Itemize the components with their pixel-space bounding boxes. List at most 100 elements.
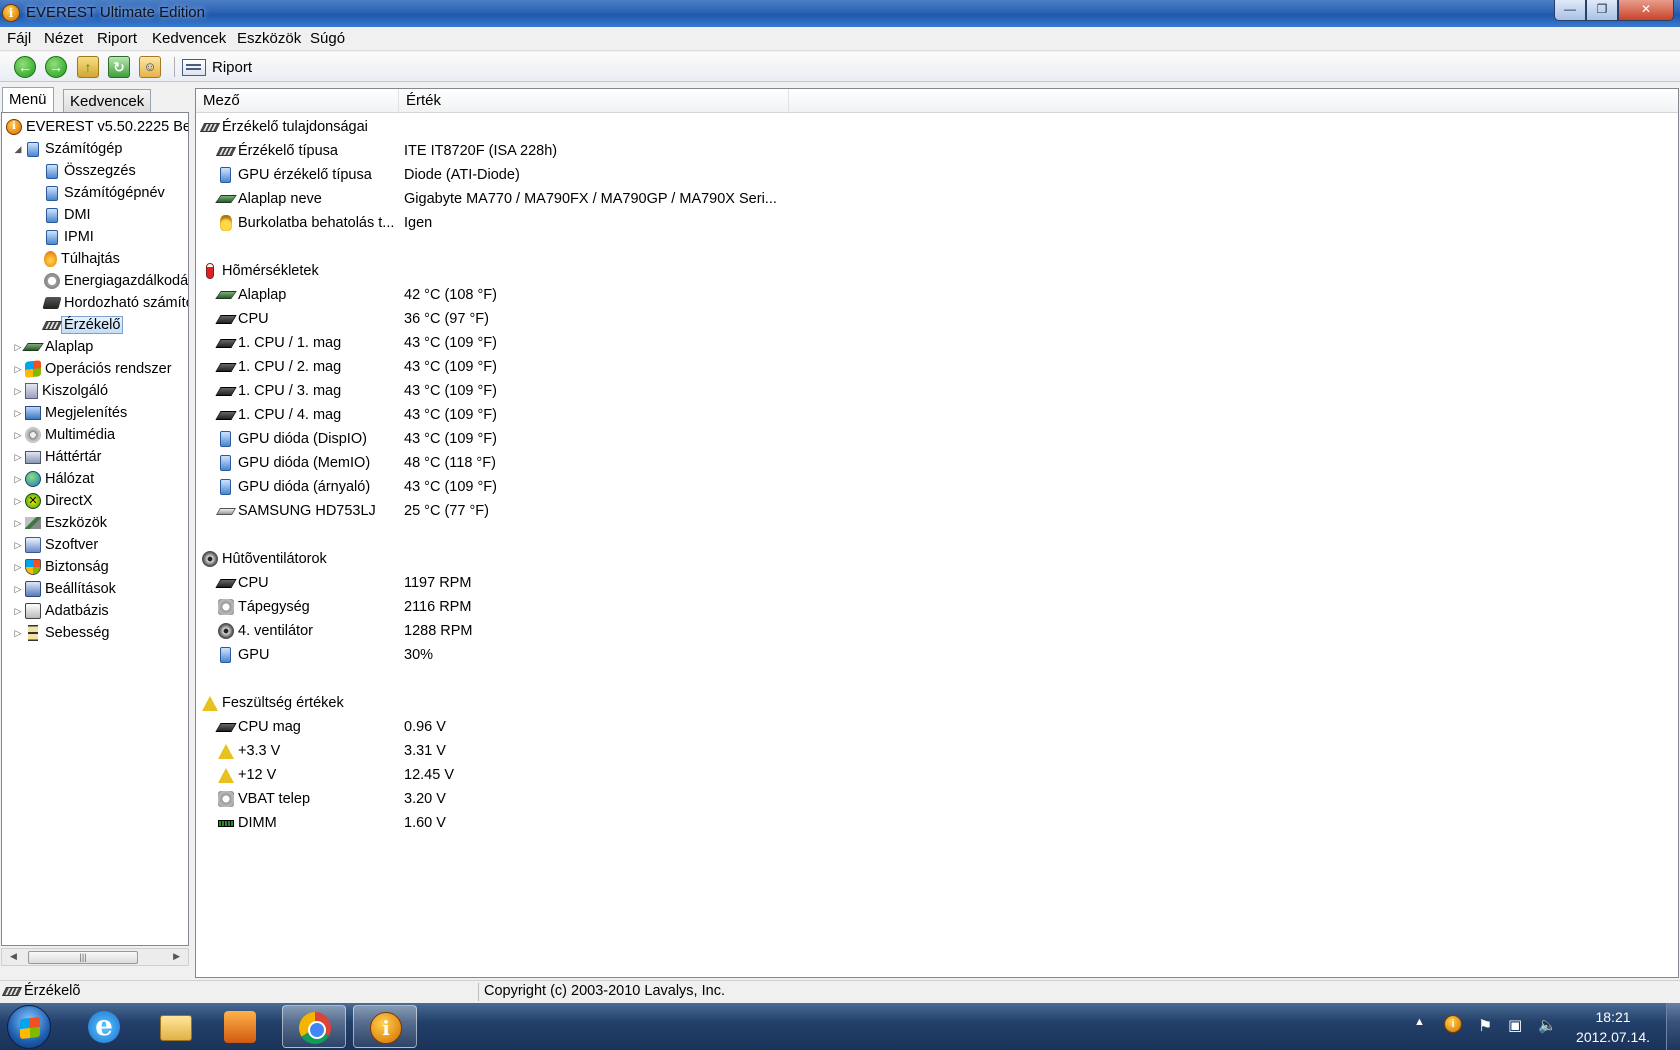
taskbar-internet-explorer[interactable]: e [72,1005,136,1048]
network-icon[interactable]: ▣ [1508,1016,1522,1036]
table-row[interactable]: CPU 1197 RPM [215,572,1018,594]
tree-item-settings[interactable]: ▷ Beállítások [13,579,116,599]
expand-icon[interactable]: ▷ [13,562,23,573]
expand-icon[interactable]: ▷ [13,518,23,529]
group-header[interactable]: Hõmérsékletek [202,260,319,282]
show-hidden-icons-arrow-icon[interactable]: ▲ [1414,1016,1425,1036]
back-arrow-icon[interactable]: ← [14,56,36,78]
table-row[interactable]: +3.3 V 3.31 V [218,740,1018,762]
expand-icon[interactable]: ▷ [13,452,23,463]
everest-app-icon[interactable]: i [2,4,20,22]
tree-item-storage[interactable]: ▷ Háttértár [13,447,102,467]
menu-help[interactable]: Súgó [310,30,345,47]
expand-icon[interactable]: ▷ [13,386,23,397]
tree-item-multimedia[interactable]: ▷ Multimédia [13,425,115,445]
action-center-flag-icon[interactable]: ⚑ [1478,1016,1492,1036]
table-row[interactable]: 1. CPU / 1. mag 43 °C (109 °F) [215,332,1018,354]
taskbar-media-player[interactable] [208,1005,272,1048]
users-icon[interactable]: ☺ [139,56,161,78]
tree-item-summary[interactable]: Összegzés [44,161,136,181]
table-row[interactable]: 1. CPU / 3. mag 43 °C (109 °F) [215,380,1018,402]
tree-item-portable-computer[interactable]: Hordozható számítógép [42,293,188,313]
table-row[interactable]: CPU 36 °C (97 °F) [215,308,1018,330]
tree-item-directx[interactable]: ▷ ✕ DirectX [13,491,93,511]
minimize-button[interactable]: — [1554,0,1586,21]
expand-icon[interactable]: ▷ [13,364,23,375]
horizontal-scrollbar[interactable]: ◀ ||| ▶ [1,948,189,966]
taskbar-file-explorer[interactable] [144,1005,208,1048]
table-row[interactable]: +12 V 12.45 V [218,764,1018,786]
table-row[interactable]: SAMSUNG HD753LJ 25 °C (77 °F) [215,500,1018,522]
tree-item-sensor[interactable]: Érzékelő [41,315,124,335]
group-header[interactable]: Érzékelő tulajdonságai [199,116,368,138]
table-row[interactable]: GPU 30% [218,644,1018,666]
expand-icon[interactable]: ▷ [13,584,23,595]
tree-item-overclock[interactable]: Túlhajtás [44,249,120,269]
tree-item-software[interactable]: ▷ Szoftver [13,535,98,555]
tree-item-computer-name[interactable]: Számítógépnév [44,183,165,203]
table-row[interactable]: Burkolatba behatolás t... Igen [218,212,1018,234]
menu-view[interactable]: Nézet [44,30,83,47]
table-row[interactable]: 4. ventilátor 1288 RPM [218,620,1018,642]
table-row[interactable]: GPU érzékelő típusa Diode (ATI-Diode) [218,164,1018,186]
table-row[interactable]: GPU dióda (DispIO) 43 °C (109 °F) [218,428,1018,450]
table-row[interactable]: Alaplap 42 °C (108 °F) [215,284,1018,306]
table-row[interactable]: CPU mag 0.96 V [215,716,1018,738]
table-row[interactable]: 1. CPU / 2. mag 43 °C (109 °F) [215,356,1018,378]
tree-item-database[interactable]: ▷ Adatbázis [13,601,109,621]
scroll-right-arrow-icon[interactable]: ▶ [173,951,180,962]
menu-report[interactable]: Riport [97,30,137,47]
group-header[interactable]: Feszültség értékek [202,692,344,714]
tree-item-dmi[interactable]: DMI [44,205,91,225]
close-button[interactable]: ✕ [1618,0,1674,21]
table-row[interactable]: DIMM 1.60 V [218,812,1018,834]
volume-icon[interactable]: 🔈 [1538,1016,1557,1036]
collapse-icon[interactable]: ◢ [13,144,23,155]
menu-tools[interactable]: Eszközök [237,30,301,47]
up-folder-icon[interactable]: ↑ [77,56,99,78]
tree-root[interactable]: i EVEREST v5.50.2225 Beta [6,117,188,137]
table-row[interactable]: Érzékelő típusa ITE IT8720F (ISA 228h) [215,140,1018,162]
everest-tray-icon[interactable]: i [1444,1015,1462,1033]
tree-item-motherboard[interactable]: ▷ Alaplap [13,337,94,357]
group-header[interactable]: Hûtõventilátorok [202,548,327,570]
maximize-button[interactable]: ❐ [1586,0,1618,21]
table-row[interactable]: Alaplap neve Gigabyte MA770 / MA790FX / … [215,188,1018,210]
menu-file[interactable]: Fájl [7,30,31,47]
expand-icon[interactable]: ▷ [13,496,23,507]
tree-item-devices[interactable]: ▷ Eszközök [13,513,108,533]
menu-favorites[interactable]: Kedvencek [152,30,226,47]
table-row[interactable]: 1. CPU / 4. mag 43 °C (109 °F) [215,404,1018,426]
tree-item-network[interactable]: ▷ Hálózat [13,469,94,489]
report-button[interactable]: Riport [182,56,252,78]
tree-item-computer[interactable]: ◢ Számítógép [13,139,123,159]
tree-item-display[interactable]: ▷ Megjelenítés [13,403,128,423]
tree-item-operating-system[interactable]: ▷ Operációs rendszer [13,359,172,379]
tree-item-server[interactable]: ▷ Kiszolgáló [13,381,108,401]
tab-menu[interactable]: Menü [2,87,54,113]
expand-icon[interactable]: ▷ [13,606,23,617]
scroll-left-arrow-icon[interactable]: ◀ [10,951,17,962]
table-row[interactable]: GPU dióda (MemIO) 48 °C (118 °F) [218,452,1018,474]
table-row[interactable]: GPU dióda (árnyaló) 43 °C (109 °F) [218,476,1018,498]
column-field[interactable]: Mező [196,89,399,113]
tree-item-ipmi[interactable]: IPMI [44,227,94,247]
show-desktop-button[interactable] [1666,1003,1680,1050]
taskbar-chrome[interactable] [282,1005,346,1048]
forward-arrow-icon[interactable]: → [45,56,67,78]
tree-item-power-management[interactable]: Energiagazdálkodás [44,271,188,291]
table-row[interactable]: VBAT telep 3.20 V [218,788,1018,810]
refresh-icon[interactable]: ↻ [108,56,130,78]
tab-favorites[interactable]: Kedvencek [63,89,152,112]
expand-icon[interactable]: ▷ [13,628,23,639]
expand-icon[interactable]: ▷ [13,430,23,441]
scrollbar-thumb[interactable]: ||| [28,951,138,964]
expand-icon[interactable]: ▷ [13,408,23,419]
taskbar-clock[interactable]: 18:21 2012.07.14. [1576,1007,1650,1047]
expand-icon[interactable]: ▷ [13,474,23,485]
tree-item-benchmark[interactable]: ▷ Sebesség [13,623,110,643]
start-button[interactable] [7,1005,51,1049]
expand-icon[interactable]: ▷ [13,540,23,551]
table-row[interactable]: Tápegység 2116 RPM [218,596,1018,618]
taskbar-everest[interactable]: i [353,1005,417,1048]
